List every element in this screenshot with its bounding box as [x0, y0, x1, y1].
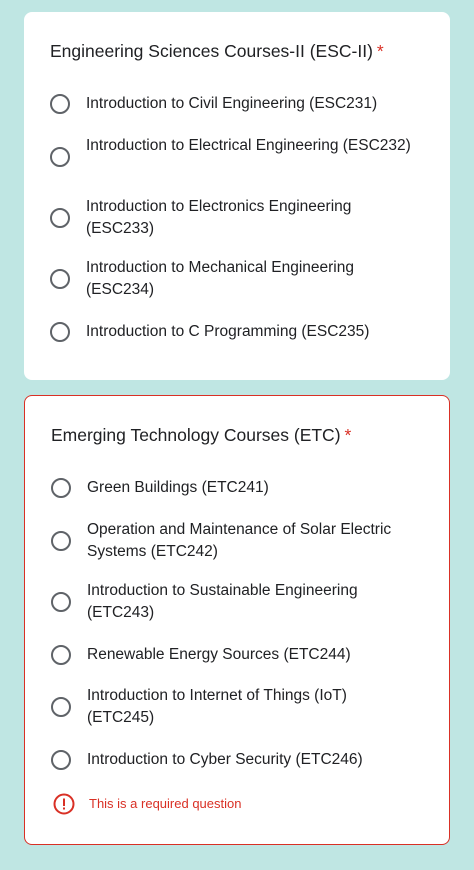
question-card-etc: Emerging Technology Courses (ETC) * Green… [24, 395, 450, 845]
option-label: Introduction to Electrical Engineering (… [86, 137, 411, 154]
error-icon [53, 793, 75, 815]
option-esc231[interactable]: Introduction to Civil Engineering (ESC23… [50, 93, 430, 115]
option-label: Green Buildings (ETC241) [87, 479, 269, 496]
radio-button[interactable] [50, 147, 70, 167]
option-label: Introduction to Cyber Security (ETC246) [87, 751, 363, 768]
radio-button[interactable] [51, 531, 71, 551]
question-title: Emerging Technology Courses (ETC) * [51, 423, 351, 447]
radio-button[interactable] [50, 208, 70, 228]
option-esc234[interactable]: Introduction to Mechanical Engineering (… [50, 257, 430, 301]
option-etc246[interactable]: Introduction to Cyber Security (ETC246) [51, 749, 431, 771]
option-etc242[interactable]: Operation and Maintenance of Solar Elect… [51, 519, 431, 563]
radio-button[interactable] [51, 750, 71, 770]
option-label: Introduction to Sustainable Engineering … [87, 582, 358, 621]
radio-button[interactable] [50, 322, 70, 342]
radio-button[interactable] [51, 697, 71, 717]
option-label: Introduction to Civil Engineering (ESC23… [86, 95, 378, 112]
option-etc244[interactable]: Renewable Energy Sources (ETC244) [51, 644, 431, 666]
radio-button[interactable] [51, 645, 71, 665]
option-label: Introduction to Mechanical Engineering (… [86, 259, 354, 298]
option-label: Introduction to C Programming (ESC235) [86, 323, 370, 340]
question-title-text: Engineering Sciences Courses-II (ESC-II) [50, 41, 373, 61]
question-title: Engineering Sciences Courses-II (ESC-II)… [50, 39, 384, 63]
question-card-esc-ii: Engineering Sciences Courses-II (ESC-II)… [24, 12, 450, 380]
option-esc232[interactable]: Introduction to Electrical Engineering (… [50, 135, 430, 179]
option-label: Renewable Energy Sources (ETC244) [87, 646, 351, 663]
question-title-text: Emerging Technology Courses (ETC) [51, 425, 341, 445]
option-esc233[interactable]: Introduction to Electronics Engineering … [50, 196, 430, 240]
option-etc245[interactable]: Introduction to Internet of Things (IoT)… [51, 685, 431, 729]
required-asterisk: * [376, 41, 384, 61]
required-asterisk: * [344, 425, 352, 445]
option-esc235[interactable]: Introduction to C Programming (ESC235) [50, 321, 430, 343]
option-label: Introduction to Electronics Engineering … [86, 198, 352, 237]
error-message: This is a required question [89, 796, 242, 811]
option-label: Operation and Maintenance of Solar Elect… [87, 521, 392, 560]
option-etc243[interactable]: Introduction to Sustainable Engineering … [51, 580, 431, 624]
option-label: Introduction to Internet of Things (IoT)… [87, 687, 347, 726]
radio-button[interactable] [51, 478, 71, 498]
radio-button[interactable] [50, 94, 70, 114]
radio-button[interactable] [50, 269, 70, 289]
option-etc241[interactable]: Green Buildings (ETC241) [51, 477, 431, 499]
radio-button[interactable] [51, 592, 71, 612]
